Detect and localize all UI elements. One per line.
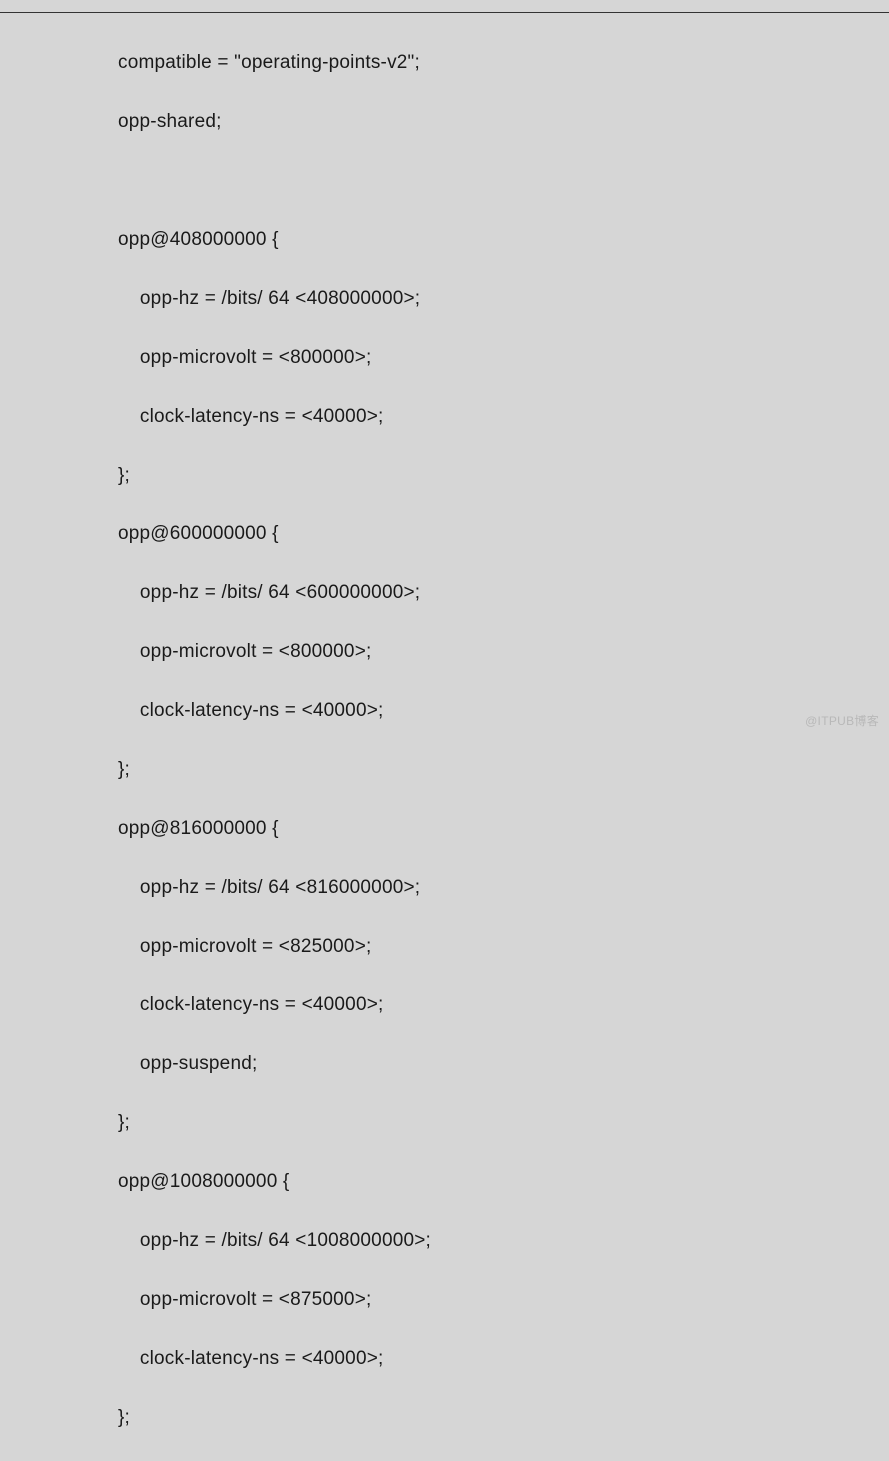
code-line-opp-close: }; xyxy=(0,461,889,490)
code-line-opp-hz: opp-hz = /bits/ 64 <816000000>; xyxy=(0,873,889,902)
code-line-opp-open: opp@600000000 { xyxy=(0,519,889,548)
code-line-shared: opp-shared; xyxy=(0,107,889,136)
code-line-opp-open: opp@1008000000 { xyxy=(0,1167,889,1196)
code-line-opp-lat: clock-latency-ns = <40000>; xyxy=(0,402,889,431)
code-line-opp-uv: opp-microvolt = <825000>; xyxy=(0,932,889,961)
code-line-compatible: compatible = "operating-points-v2"; xyxy=(0,48,889,77)
code-line-opp-uv: opp-microvolt = <800000>; xyxy=(0,637,889,666)
code-line-blank xyxy=(0,166,889,195)
code-line-opp-uv: opp-microvolt = <800000>; xyxy=(0,343,889,372)
code-line-opp-lat: clock-latency-ns = <40000>; xyxy=(0,990,889,1019)
code-line-opp-suspend: opp-suspend; xyxy=(0,1049,889,1078)
code-line-opp-hz: opp-hz = /bits/ 64 <600000000>; xyxy=(0,578,889,607)
code-line-opp-lat: clock-latency-ns = <40000>; xyxy=(0,1344,889,1373)
code-line-opp-lat: clock-latency-ns = <40000>; xyxy=(0,696,889,725)
code-line-opp-uv: opp-microvolt = <875000>; xyxy=(0,1285,889,1314)
code-line-opp-hz: opp-hz = /bits/ 64 <408000000>; xyxy=(0,284,889,313)
code-line-opp-open: opp@408000000 { xyxy=(0,225,889,254)
code-line-opp-close: }; xyxy=(0,1108,889,1137)
code-line-opp-close: }; xyxy=(0,755,889,784)
code-line-opp-hz: opp-hz = /bits/ 64 <1008000000>; xyxy=(0,1226,889,1255)
code-line-opp-close: }; xyxy=(0,1403,889,1432)
code-line-opp-open: opp@816000000 { xyxy=(0,814,889,843)
watermark-text: @ITPUB博客 xyxy=(805,712,879,731)
code-block: compatible = "operating-points-v2"; opp-… xyxy=(0,12,889,1461)
